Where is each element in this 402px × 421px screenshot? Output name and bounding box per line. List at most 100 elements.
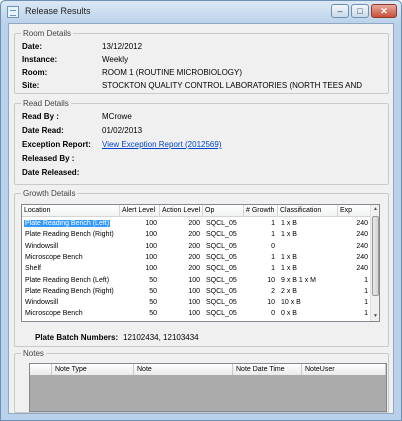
growth-cell: Shelf (25, 265, 41, 273)
growth-cell: 1 x B (281, 220, 297, 227)
growth-col-header[interactable]: # Growth (244, 205, 278, 217)
instance-label: Instance: (22, 55, 58, 64)
date-read-value: 01/02/2013 (102, 126, 143, 135)
window-title: Release Results (25, 6, 91, 16)
growth-row[interactable]: Microscope Bench 100 200 SQCL_05 1 1 x B 240 (22, 252, 371, 263)
growth-row[interactable]: Windowsill 50 100 SQCL_05 10 10 x B 1 (22, 297, 371, 308)
growth-list-header: Location Alert Level Action Level Op # Growt… (22, 205, 371, 217)
growth-cell: 0 x B (281, 310, 297, 318)
read-by-value: MCrowe (102, 112, 132, 121)
growth-cell: 200 (188, 265, 200, 273)
maximize-button[interactable]: □ (351, 4, 369, 18)
growth-cell: 1 x B (281, 253, 297, 261)
growth-col-header[interactable]: Location (22, 205, 120, 217)
notes-col-header[interactable]: NoteUser (302, 364, 386, 375)
growth-row[interactable]: Microscope Bench 50 100 SQCL_05 0 0 x B 1 (22, 308, 371, 319)
release-results-window: Release Results – □ ✕ Room Details Date:… (0, 0, 402, 421)
date-read-label: Date Read: (22, 126, 64, 135)
exception-report-link[interactable]: View Exception Report (2012569) (102, 140, 221, 149)
growth-row[interactable]: Plate Reading Bench (Left) 50 100 SQCL_05 10… (22, 275, 371, 286)
growth-cell: 240 (356, 242, 368, 250)
room-value: ROOM 1 (ROUTINE MICROBIOLOGY) (102, 68, 243, 77)
notes-row-header-corner (30, 364, 52, 375)
growth-cell: SQCL_05 (206, 231, 237, 239)
growth-cell: 240 (356, 220, 368, 227)
read-details-group: Read Details Read By : MCrowe Date Read:… (14, 99, 389, 185)
growth-cell: 100 (145, 220, 157, 227)
growth-cell: SQCL_05 (206, 220, 237, 227)
growth-row[interactable]: Windowsill 100 200 SQCL_05 0 240 (22, 241, 371, 252)
growth-cell: 100 (145, 231, 157, 239)
growth-cell: 2 x B (281, 287, 297, 295)
growth-row[interactable]: Plate Reading Bench (Left) 100 200 SQCL_05 1… (22, 218, 371, 229)
growth-cell: 1 (271, 265, 275, 273)
growth-col-header[interactable]: Classification (278, 205, 338, 217)
growth-cell: 9 x B 1 x M (281, 276, 317, 284)
site-value: STOCKTON QUALITY CONTROL LABORATORIES (N… (102, 81, 363, 90)
growth-cell: 50 (149, 276, 157, 284)
close-button[interactable]: ✕ (371, 4, 397, 18)
notes-grid[interactable]: Note Type Note Note Date Time NoteUser (29, 363, 387, 412)
growth-col-header[interactable]: Action Level (160, 205, 203, 217)
growth-cell: 1 (364, 276, 368, 284)
growth-cell: 100 (188, 276, 200, 284)
growth-col-header[interactable]: Exp (338, 205, 371, 217)
growth-cell: 200 (188, 220, 200, 227)
growth-cell: 100 (188, 287, 200, 295)
growth-cell: 10 x B (281, 299, 301, 307)
growth-cell: 100 (145, 242, 157, 250)
growth-cell: 240 (356, 253, 368, 261)
growth-cell: 1 (364, 310, 368, 318)
date-label: Date: (22, 42, 43, 51)
notes-col-header[interactable]: Note (134, 364, 233, 375)
growth-cell: SQCL_05 (206, 310, 237, 318)
growth-cell: 1 (271, 253, 275, 261)
growth-cell: SQCL_05 (206, 299, 237, 307)
growth-cell: SQCL_05 (206, 265, 237, 273)
growth-row[interactable]: Shelf 100 200 SQCL_05 1 1 x B 240 (22, 263, 371, 274)
growth-cell: 1 x B (281, 265, 297, 273)
growth-row[interactable]: Plate Reading Bench (Right) 100 200 SQCL_05… (22, 229, 371, 240)
growth-cell: Microscope Bench (25, 310, 83, 318)
date-value: 13/12/2012 (102, 42, 143, 51)
growth-cell: Microscope Bench (25, 253, 83, 261)
scroll-thumb[interactable] (372, 216, 379, 296)
scroll-up-icon[interactable]: ▲ (371, 205, 379, 214)
growth-list-scrollbar[interactable]: ▲ ▼ (370, 205, 379, 321)
exception-report-label: Exception Report: (22, 140, 91, 149)
site-label: Site: (22, 81, 40, 90)
growth-cell: 1 (364, 299, 368, 307)
growth-cell: Plate Reading Bench (Right) (25, 231, 114, 239)
growth-cell: Plate Reading Bench (Left) (24, 220, 111, 227)
growth-cell: 50 (149, 287, 157, 295)
growth-cell: Windowsill (25, 299, 59, 307)
growth-cell: 100 (188, 310, 200, 318)
released-by-label: Released By : (22, 154, 75, 163)
minimize-button[interactable]: – (331, 4, 349, 18)
notes-col-header[interactable]: Note Type (52, 364, 134, 375)
growth-col-header[interactable]: Op (203, 205, 244, 217)
growth-cell: 0 (271, 310, 275, 318)
growth-cell: 1 (364, 287, 368, 295)
growth-cell: 2 (271, 287, 275, 295)
growth-cell: 100 (145, 265, 157, 273)
growth-cell: 240 (356, 265, 368, 273)
room-details-group: Room Details Date: 13/12/2012 Instance: … (14, 29, 389, 94)
growth-col-header[interactable]: Alert Level (120, 205, 160, 217)
growth-cell: Windowsill (25, 242, 59, 250)
growth-cell: SQCL_05 (206, 253, 237, 261)
notes-group: Notes Note Type Note Note Date Time NoteUse… (14, 349, 389, 413)
growth-cell: 1 (271, 231, 275, 239)
growth-row[interactable]: Plate Reading Bench (Right) 50 100 SQCL_05 2… (22, 286, 371, 297)
growth-cell: SQCL_05 (206, 276, 237, 284)
growth-cell: 200 (188, 253, 200, 261)
notes-title: Notes (21, 349, 46, 358)
read-by-label: Read By : (22, 112, 59, 121)
growth-list[interactable]: Location Alert Level Action Level Op # Growt… (21, 204, 380, 322)
growth-cell: SQCL_05 (206, 242, 237, 250)
growth-details-title: Growth Details (21, 189, 78, 198)
title-bar[interactable]: Release Results – □ ✕ (1, 1, 401, 23)
notes-col-header[interactable]: Note Date Time (233, 364, 302, 375)
scroll-down-icon[interactable]: ▼ (371, 312, 379, 321)
read-details-title: Read Details (21, 99, 71, 108)
